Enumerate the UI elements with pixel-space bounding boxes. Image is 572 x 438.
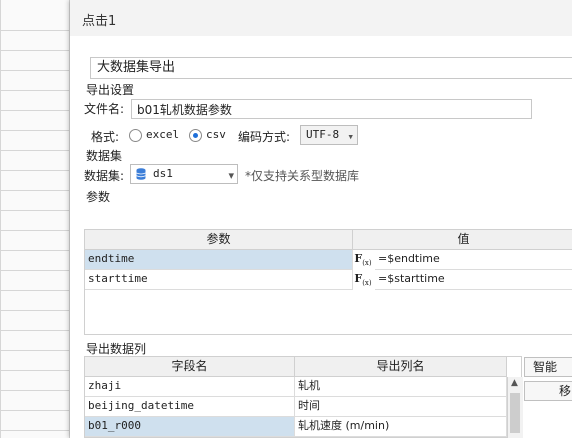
columns-section-title: 导出数据列 xyxy=(86,342,147,356)
encoding-select[interactable]: UTF-8 ▾ xyxy=(300,125,358,145)
hyperlink-dialog: 点击1 大数据集导出 导出设置 文件名: b01轧机数据参数 格式: excel… xyxy=(70,0,572,438)
dataset-label: 数据集: xyxy=(84,169,125,183)
columns-header-field: 字段名 xyxy=(85,357,295,377)
smart-add-button[interactable]: 智能 xyxy=(524,357,572,377)
dataset-value: ds1 xyxy=(153,167,173,180)
grid-line xyxy=(0,230,70,231)
dialog-title: 点击1 xyxy=(82,14,117,29)
params-header-value: 值 xyxy=(353,230,572,250)
columns-table: 字段名 导出列名 zhaji 轧机 beijing_datetime 时间 b0… xyxy=(84,356,523,438)
param-value-starttime[interactable]: =$starttime xyxy=(375,270,572,290)
param-value-endtime[interactable]: =$endtime xyxy=(375,250,572,270)
column-field[interactable]: beijing_datetime xyxy=(85,397,295,417)
grid-line xyxy=(0,150,70,151)
filename-label: 文件名: xyxy=(84,102,125,116)
columns-header-export: 导出列名 xyxy=(295,357,507,377)
export-settings-title: 导出设置 xyxy=(86,83,135,97)
database-icon xyxy=(136,168,146,180)
remove-button[interactable]: 移 xyxy=(524,381,572,401)
chevron-down-icon: ▾ xyxy=(228,169,234,182)
grid-line xyxy=(0,0,1,438)
dataset-section-title: 数据集 xyxy=(86,149,123,163)
format-option-csv: csv xyxy=(206,128,226,141)
columns-scrollbar[interactable]: ▲ xyxy=(507,377,523,438)
dataset-select[interactable]: ds1 ▾ xyxy=(130,164,238,184)
grid-line xyxy=(0,70,70,71)
format-label: 格式: xyxy=(91,130,120,144)
grid-line xyxy=(0,190,70,191)
dataset-note: *仅支持关系型数据库 xyxy=(245,169,360,183)
grid-line xyxy=(0,170,70,171)
action-name-field[interactable]: 大数据集导出 xyxy=(90,57,572,79)
grid-line xyxy=(0,250,70,251)
grid-line xyxy=(0,50,70,51)
grid-line xyxy=(0,130,70,131)
format-option-excel: excel xyxy=(146,128,180,141)
filename-input[interactable]: b01轧机数据参数 xyxy=(131,99,532,119)
encoding-value: UTF-8 xyxy=(306,128,340,141)
grid-line xyxy=(0,390,70,391)
chevron-down-icon: ▾ xyxy=(347,130,354,143)
column-export-name[interactable]: 轧机速度 (m/min) xyxy=(295,417,507,437)
grid-line xyxy=(0,370,70,371)
scroll-up-icon[interactable]: ▲ xyxy=(511,378,518,388)
grid-line xyxy=(0,30,70,31)
grid-line xyxy=(0,410,70,411)
format-radio-excel[interactable] xyxy=(129,129,142,142)
scroll-thumb[interactable] xyxy=(510,393,520,433)
column-field[interactable]: zhaji xyxy=(85,377,295,397)
column-export-name[interactable]: 轧机 xyxy=(295,377,507,397)
params-table: 参数 值 endtime F(x) =$endtime starttime F(… xyxy=(84,229,572,335)
param-name-starttime[interactable]: starttime xyxy=(85,270,353,290)
encoding-label: 编码方式: xyxy=(238,130,291,144)
params-section-title: 参数 xyxy=(86,190,111,204)
grid-line xyxy=(0,330,70,331)
grid-line xyxy=(0,430,70,431)
grid-line xyxy=(0,350,70,351)
params-header-name: 参数 xyxy=(85,230,353,250)
column-field[interactable]: b01_r000 xyxy=(85,417,295,437)
grid-line xyxy=(0,290,70,291)
grid-line xyxy=(0,90,70,91)
fx-icon[interactable]: F(x) xyxy=(353,250,373,268)
dialog-titlebar: 点击1 xyxy=(70,0,572,36)
param-name-endtime[interactable]: endtime xyxy=(85,250,353,270)
grid-line xyxy=(0,110,70,111)
format-radio-csv[interactable] xyxy=(189,129,202,142)
fx-icon[interactable]: F(x) xyxy=(353,270,373,288)
grid-line xyxy=(0,310,70,311)
column-export-name[interactable]: 时间 xyxy=(295,397,507,417)
grid-line xyxy=(0,210,70,211)
grid-line xyxy=(0,270,70,271)
